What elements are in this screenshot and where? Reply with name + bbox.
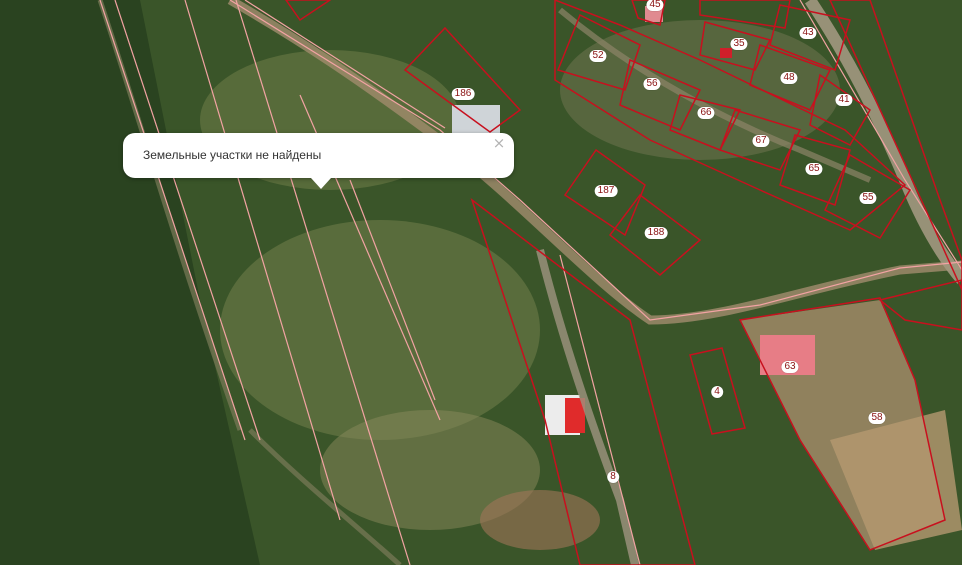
popup-pointer [311,178,331,189]
parcel-label[interactable]: 63 [781,361,799,373]
parcel-label[interactable]: 56 [643,78,661,90]
parcel-label[interactable]: 58 [868,412,886,424]
parcel-label[interactable]: 66 [697,107,715,119]
parcel-label[interactable]: 48 [780,72,798,84]
parcel-label[interactable]: 186 [451,88,475,100]
parcel-label[interactable]: 65 [805,163,823,175]
info-popup: Земельные участки не найдены × [123,133,514,189]
parcel-label[interactable]: 52 [589,50,607,62]
satellite-map[interactable]: 45 43 35 52 48 56 41 186 66 67 65 187 55… [0,0,962,565]
map-imagery [0,0,962,565]
close-icon[interactable]: × [492,136,506,151]
parcel-label[interactable]: 41 [835,94,853,106]
parcel-label[interactable]: 43 [799,27,817,39]
parcel-label[interactable]: 45 [646,0,664,11]
parcel-label[interactable]: 188 [644,227,668,239]
parcel-label[interactable]: 67 [752,135,770,147]
parcel-label[interactable]: 187 [594,185,618,197]
popup-message: Земельные участки не найдены [143,148,322,162]
parcel-label[interactable]: 8 [607,471,619,483]
parcel-label[interactable]: 55 [859,192,877,204]
parcel-label[interactable]: 4 [711,386,723,398]
parcel-label[interactable]: 35 [730,38,748,50]
